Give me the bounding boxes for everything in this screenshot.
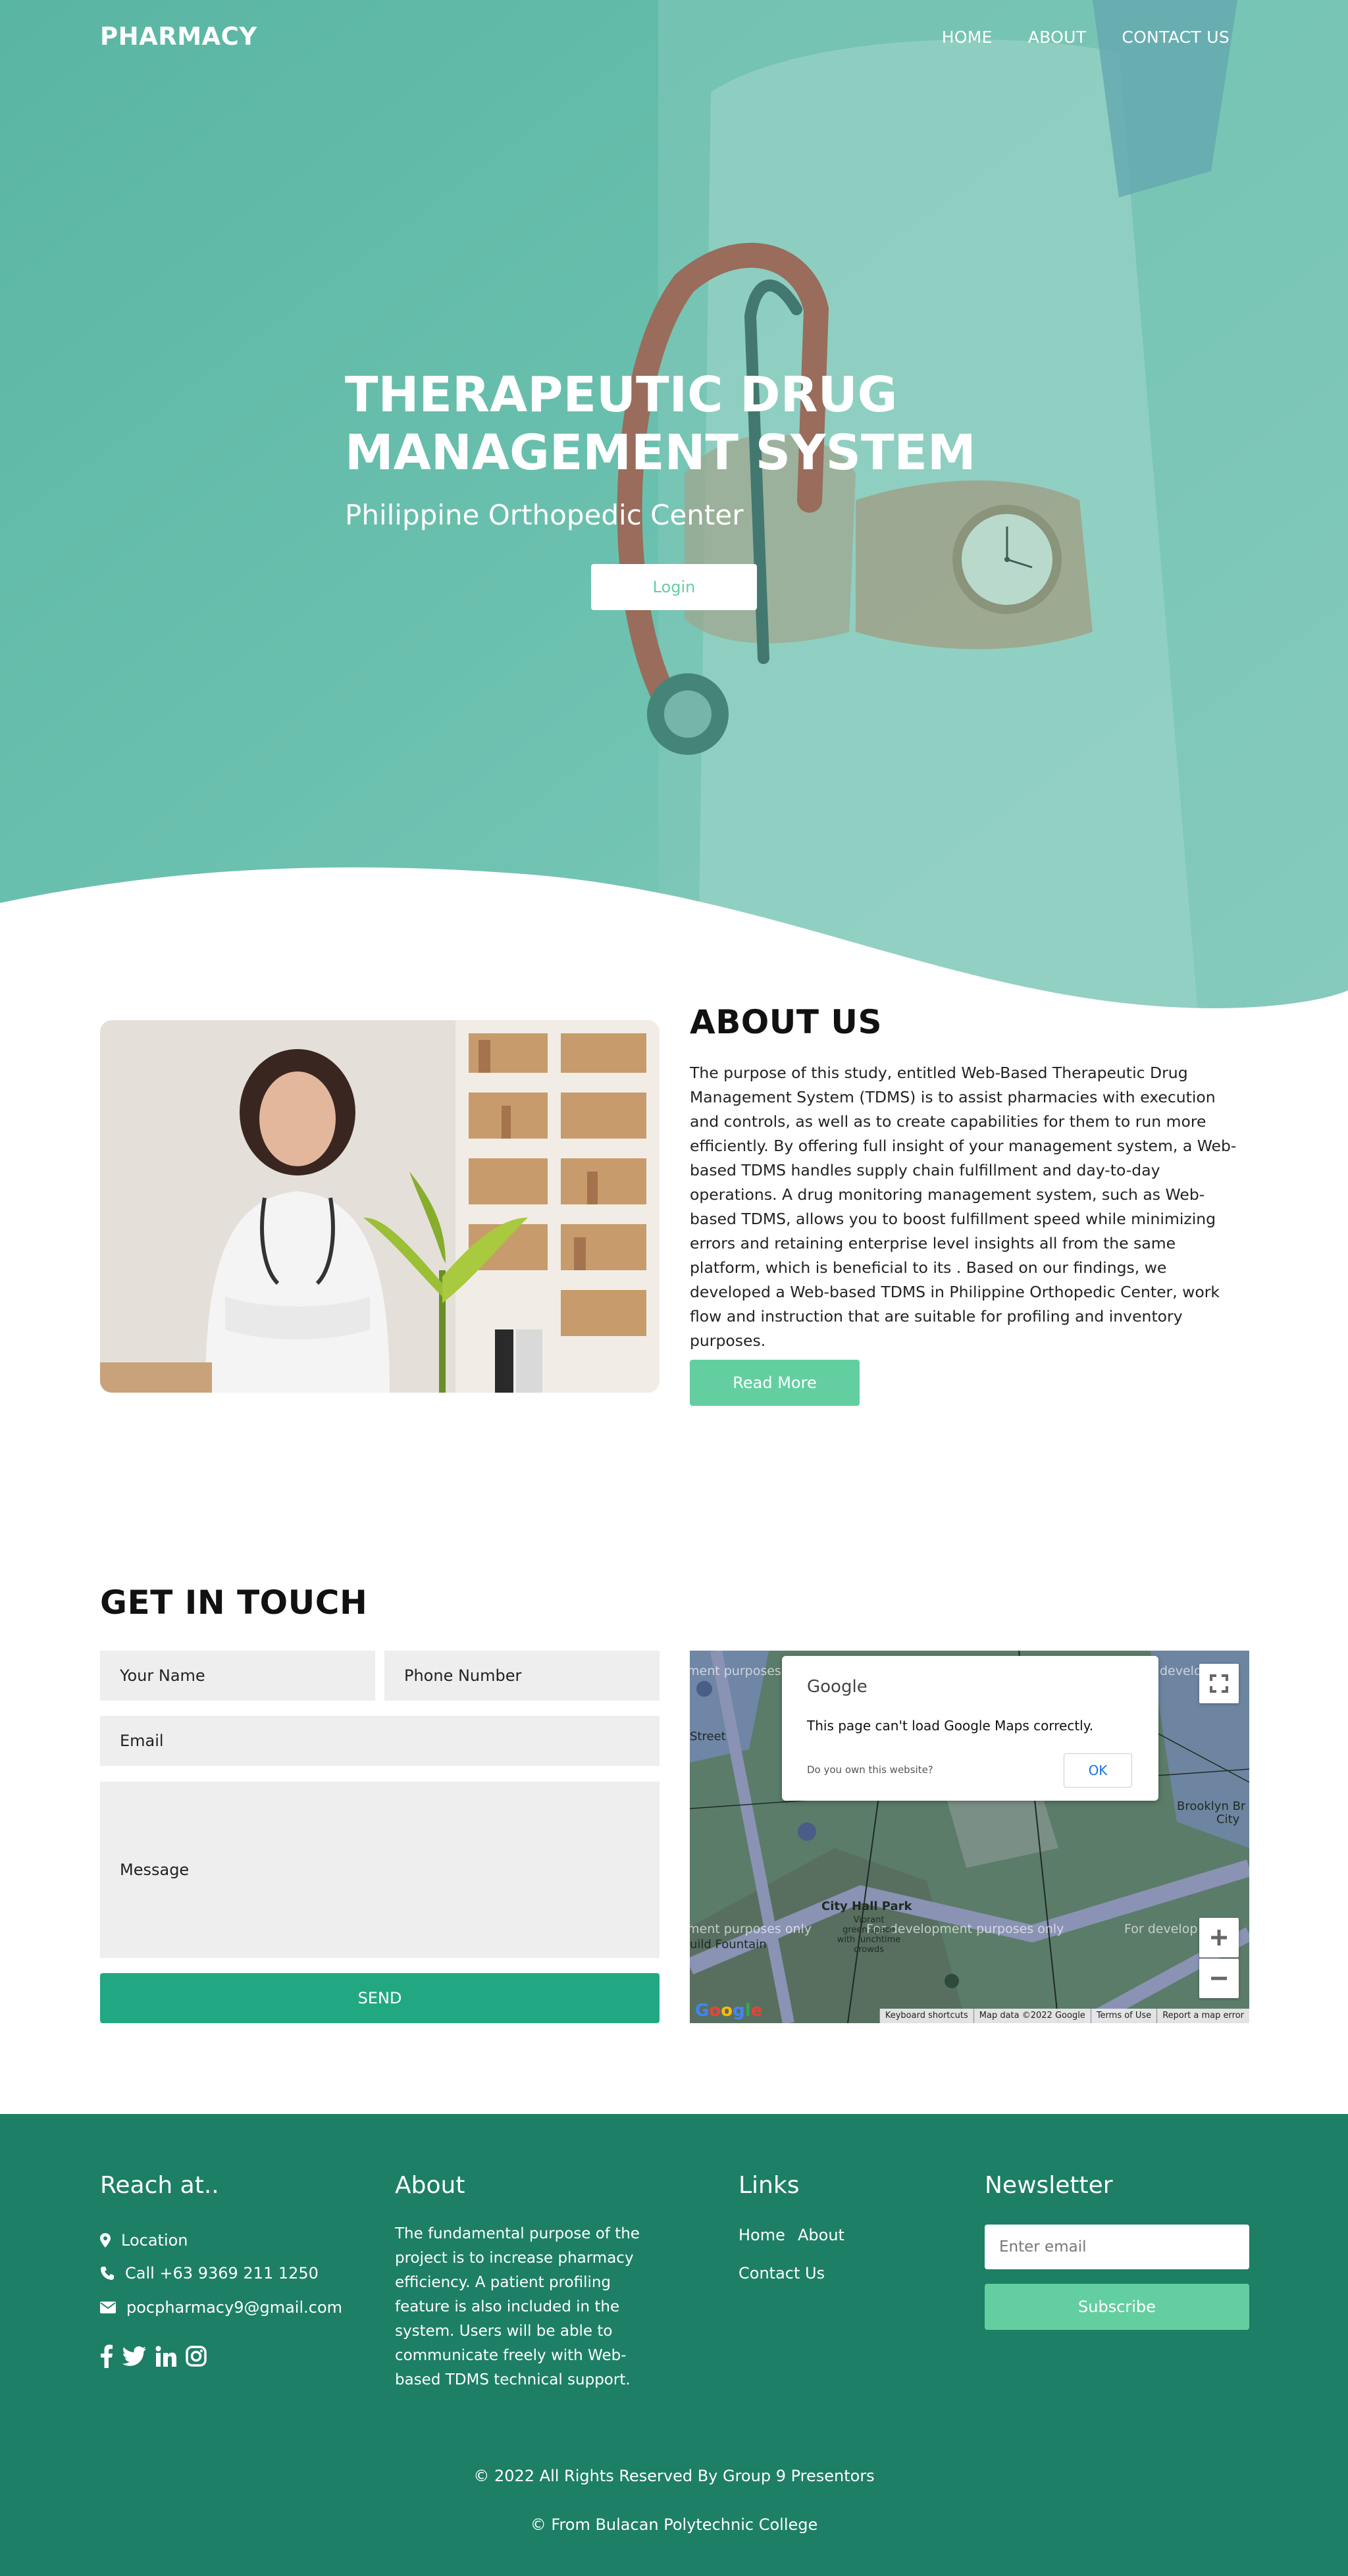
envelope-icon xyxy=(100,2302,116,2313)
fullscreen-icon xyxy=(1210,1674,1228,1693)
location-item[interactable]: Location xyxy=(100,2231,188,2250)
phone-label: Call +63 9369 211 1250 xyxy=(125,2264,319,2282)
hero-section: PHARMACY HOME ABOUT CONTACT US THERAPEUT… xyxy=(0,0,1348,1014)
copyright-text: © 2022 All Rights Reserved By Group 9 Pr… xyxy=(473,2467,875,2485)
map-dev-watermark: For develop xyxy=(1124,1922,1198,1936)
map-dev-watermark: ment purposes xyxy=(690,1664,781,1678)
about-body-text: The purpose of this study, entitled Web-… xyxy=(690,1064,1237,1350)
hero-subtitle: Philippine Orthopedic Center xyxy=(345,499,744,531)
nav-about-link[interactable]: ABOUT xyxy=(1028,28,1087,47)
footer-link-about[interactable]: About xyxy=(798,2226,844,2244)
map-place-label: uild Fountain xyxy=(690,1938,767,1951)
terms-of-use-link[interactable]: Terms of Use xyxy=(1090,2009,1157,2023)
hero-title: THERAPEUTIC DRUG MANAGEMENT SYSTEM xyxy=(345,367,976,481)
footer-about-text: The fundamental purpose of the project i… xyxy=(395,2225,640,2388)
phone-input[interactable] xyxy=(384,1651,660,1701)
zoom-in-button[interactable] xyxy=(1199,1918,1239,1957)
map-marker-icon xyxy=(100,2233,111,2248)
instagram-icon[interactable] xyxy=(186,2346,207,2367)
map-data-label: Map data ©2022 Google xyxy=(973,2009,1091,2023)
top-nav: HOME ABOUT CONTACT US xyxy=(942,28,1230,47)
map-place-label: Brooklyn Br xyxy=(1177,1799,1246,1813)
newsletter-title: Newsletter xyxy=(985,2172,1113,2199)
nav-home-link[interactable]: HOME xyxy=(942,28,993,47)
zoom-out-button[interactable] xyxy=(1199,1959,1239,1998)
phone-item[interactable]: Call +63 9369 211 1250 xyxy=(100,2264,319,2282)
phone-icon xyxy=(101,2267,114,2280)
fullscreen-button[interactable] xyxy=(1199,1664,1239,1703)
map-dev-watermark: ment purposes only xyxy=(690,1922,812,1936)
site-footer: Reach at.. Location Call +63 9369 211 12… xyxy=(0,2114,1348,2576)
social-links xyxy=(100,2344,207,2368)
newsletter-email-input[interactable] xyxy=(985,2225,1249,2269)
map-place-label: City Hall Park xyxy=(821,1899,912,1913)
footer-about-title: About xyxy=(395,2172,465,2199)
about-title: ABOUT US xyxy=(690,1003,883,1041)
facebook-icon[interactable] xyxy=(100,2344,113,2368)
email-input[interactable] xyxy=(100,1716,660,1766)
linkedin-icon[interactable] xyxy=(155,2346,176,2367)
minus-icon xyxy=(1211,1976,1227,1980)
brand-logo[interactable]: PHARMACY xyxy=(100,22,257,51)
location-label: Location xyxy=(121,2231,188,2250)
footer-link-contact[interactable]: Contact Us xyxy=(739,2264,825,2282)
own-website-link[interactable]: Do you own this website? xyxy=(807,1764,933,1776)
map-place-label: Street xyxy=(690,1730,726,1743)
map-ok-button[interactable]: OK xyxy=(1064,1753,1132,1788)
message-textarea[interactable] xyxy=(100,1782,660,1958)
google-logo: Google xyxy=(807,1677,868,1697)
google-wordmark: Google xyxy=(695,2001,763,2021)
name-input[interactable] xyxy=(100,1651,375,1701)
login-button[interactable]: Login xyxy=(591,564,757,610)
map-place-label: Vibrant green space with lunchtime crowd… xyxy=(837,1915,901,1955)
keyboard-shortcuts-link[interactable]: Keyboard shortcuts xyxy=(879,2009,973,2023)
twitter-icon[interactable] xyxy=(122,2346,146,2366)
links-title: Links xyxy=(739,2172,800,2199)
email-label: pocpharmacy9@gmail.com xyxy=(126,2298,343,2317)
read-more-button[interactable]: Read More xyxy=(690,1360,860,1406)
map-error-message: This page can't load Google Maps correct… xyxy=(807,1718,1094,1734)
doctor-photo xyxy=(100,1020,660,1393)
college-credit-text: © From Bulacan Polytechnic College xyxy=(530,2515,818,2534)
map-error-dialog: Google This page can't load Google Maps … xyxy=(782,1656,1158,1801)
embedded-map[interactable]: ment purposes develop ment purposes only… xyxy=(690,1651,1249,2023)
footer-link-home[interactable]: Home xyxy=(739,2226,785,2244)
report-map-error-link[interactable]: Report a map error xyxy=(1156,2009,1249,2023)
subscribe-button[interactable]: Subscribe xyxy=(985,2284,1249,2330)
contact-title: GET IN TOUCH xyxy=(100,1584,368,1622)
reach-title: Reach at.. xyxy=(100,2172,219,2199)
map-attribution-bar: Keyboard shortcuts Map data ©2022 Google… xyxy=(879,2009,1249,2023)
send-button[interactable]: SEND xyxy=(100,1973,660,2023)
email-item[interactable]: pocpharmacy9@gmail.com xyxy=(100,2298,342,2317)
nav-contact-link[interactable]: CONTACT US xyxy=(1122,28,1230,47)
plus-icon xyxy=(1211,1930,1227,1945)
map-place-label: City xyxy=(1216,1813,1240,1826)
